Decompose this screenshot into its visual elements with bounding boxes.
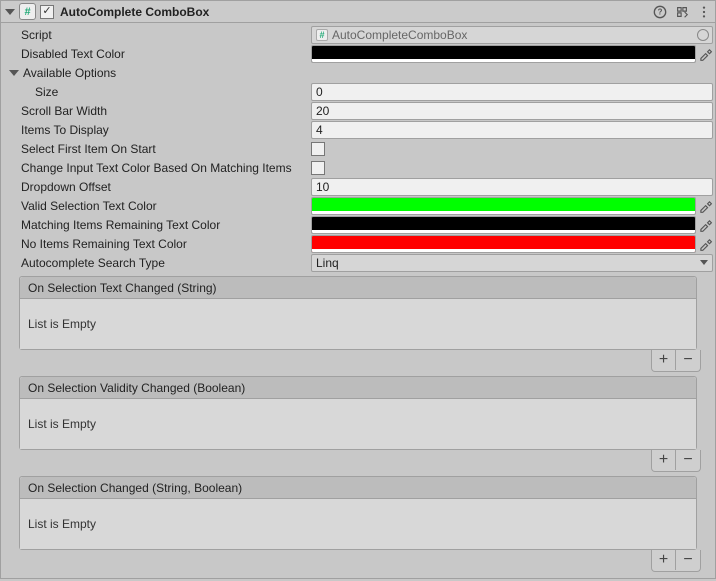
component-body: Script # AutoCompleteComboBox Disabled T… bbox=[1, 23, 715, 578]
menu-icon[interactable] bbox=[697, 5, 711, 19]
help-icon[interactable]: ? bbox=[653, 5, 667, 19]
matching-remaining-color-label: Matching Items Remaining Text Color bbox=[21, 218, 311, 232]
size-label: Size bbox=[35, 85, 311, 99]
presets-icon[interactable] bbox=[675, 5, 689, 19]
row-no-items-color: No Items Remaining Text Color bbox=[3, 234, 713, 253]
event-on-selection-text-changed: On Selection Text Changed (String) List … bbox=[19, 276, 697, 350]
row-valid-selection-color: Valid Selection Text Color bbox=[3, 196, 713, 215]
event-add-remove-group: + − bbox=[651, 450, 701, 472]
valid-selection-color-field[interactable] bbox=[311, 197, 696, 215]
select-first-item-label: Select First Item On Start bbox=[21, 142, 311, 156]
foldout-icon bbox=[9, 70, 19, 76]
event-add-remove-group: + − bbox=[651, 350, 701, 372]
event-title: On Selection Validity Changed (Boolean) bbox=[28, 381, 245, 395]
disabled-text-color-label: Disabled Text Color bbox=[21, 47, 311, 61]
row-change-input-text-color: Change Input Text Color Based On Matchin… bbox=[3, 158, 713, 177]
event-header: On Selection Changed (String, Boolean) bbox=[20, 477, 696, 499]
component-autocomplete-combobox: # AutoComplete ComboBox ? Script # AutoC… bbox=[0, 0, 716, 579]
color-alpha-bar bbox=[312, 211, 695, 214]
row-matching-remaining-color: Matching Items Remaining Text Color bbox=[3, 215, 713, 234]
component-title: AutoComplete ComboBox bbox=[58, 5, 649, 19]
size-input[interactable]: 0 bbox=[311, 83, 713, 101]
add-listener-button[interactable]: + bbox=[652, 350, 676, 370]
event-on-selection-changed: On Selection Changed (String, Boolean) L… bbox=[19, 476, 697, 550]
color-alpha-bar bbox=[312, 59, 695, 62]
eyedropper-icon[interactable] bbox=[698, 46, 713, 62]
eyedropper-icon[interactable] bbox=[698, 236, 713, 252]
event-footer: + − bbox=[3, 450, 713, 472]
row-items-to-display: Items To Display 4 bbox=[3, 120, 713, 139]
autocomplete-search-type-label: Autocomplete Search Type bbox=[21, 256, 311, 270]
event-header: On Selection Text Changed (String) bbox=[20, 277, 696, 299]
event-empty-text: List is Empty bbox=[28, 517, 96, 531]
scroll-bar-width-label: Scroll Bar Width bbox=[21, 104, 311, 118]
event-title: On Selection Changed (String, Boolean) bbox=[28, 481, 242, 495]
event-title: On Selection Text Changed (String) bbox=[28, 281, 217, 295]
event-body: List is Empty bbox=[20, 499, 696, 549]
eyedropper-icon[interactable] bbox=[698, 198, 713, 214]
event-footer: + − bbox=[3, 550, 713, 572]
script-type-icon: # bbox=[19, 3, 36, 20]
row-dropdown-offset: Dropdown Offset 10 bbox=[3, 177, 713, 196]
dropdown-offset-label: Dropdown Offset bbox=[21, 180, 311, 194]
add-listener-button[interactable]: + bbox=[652, 550, 676, 570]
component-enabled-checkbox[interactable] bbox=[40, 5, 54, 19]
row-autocomplete-search-type: Autocomplete Search Type Linq bbox=[3, 253, 713, 272]
event-empty-text: List is Empty bbox=[28, 317, 96, 331]
add-listener-button[interactable]: + bbox=[652, 450, 676, 470]
change-input-text-color-label: Change Input Text Color Based On Matchin… bbox=[21, 161, 311, 175]
remove-listener-button[interactable]: − bbox=[676, 550, 700, 570]
event-empty-text: List is Empty bbox=[28, 417, 96, 431]
color-alpha-bar bbox=[312, 230, 695, 233]
row-available-options[interactable]: Available Options bbox=[3, 63, 713, 82]
event-header: On Selection Validity Changed (Boolean) bbox=[20, 377, 696, 399]
foldout-toggle-icon[interactable] bbox=[5, 9, 15, 15]
remove-listener-button[interactable]: − bbox=[676, 350, 700, 370]
row-scroll-bar-width: Scroll Bar Width 20 bbox=[3, 101, 713, 120]
select-first-item-checkbox[interactable] bbox=[311, 142, 325, 156]
row-size: Size 0 bbox=[3, 82, 713, 101]
event-footer: + − bbox=[3, 350, 713, 372]
select-value: Linq bbox=[316, 256, 339, 270]
items-to-display-label: Items To Display bbox=[21, 123, 311, 137]
items-to-display-input[interactable]: 4 bbox=[311, 121, 713, 139]
svg-text:?: ? bbox=[658, 7, 663, 16]
autocomplete-search-type-select[interactable]: Linq bbox=[311, 254, 713, 272]
scroll-bar-width-input[interactable]: 20 bbox=[311, 102, 713, 120]
row-select-first-item: Select First Item On Start bbox=[3, 139, 713, 158]
available-options-label: Available Options bbox=[23, 66, 116, 80]
row-disabled-text-color: Disabled Text Color bbox=[3, 44, 713, 63]
matching-remaining-color-field[interactable] bbox=[311, 216, 696, 234]
valid-selection-color-label: Valid Selection Text Color bbox=[21, 199, 311, 213]
no-items-color-field[interactable] bbox=[311, 235, 696, 253]
event-body: List is Empty bbox=[20, 299, 696, 349]
event-add-remove-group: + − bbox=[651, 550, 701, 572]
event-on-selection-validity-changed: On Selection Validity Changed (Boolean) … bbox=[19, 376, 697, 450]
color-alpha-bar bbox=[312, 249, 695, 252]
remove-listener-button[interactable]: − bbox=[676, 450, 700, 470]
script-object-field[interactable]: # AutoCompleteComboBox bbox=[311, 26, 713, 44]
row-script: Script # AutoCompleteComboBox bbox=[3, 25, 713, 44]
chevron-down-icon bbox=[700, 260, 708, 265]
script-field-value: AutoCompleteComboBox bbox=[332, 28, 467, 42]
no-items-color-label: No Items Remaining Text Color bbox=[21, 237, 311, 251]
event-body: List is Empty bbox=[20, 399, 696, 449]
script-label: Script bbox=[21, 28, 311, 42]
object-picker-icon[interactable] bbox=[697, 29, 709, 41]
change-input-text-color-checkbox[interactable] bbox=[311, 161, 325, 175]
disabled-text-color-field[interactable] bbox=[311, 45, 696, 63]
eyedropper-icon[interactable] bbox=[698, 217, 713, 233]
component-header[interactable]: # AutoComplete ComboBox ? bbox=[1, 1, 715, 23]
dropdown-offset-input[interactable]: 10 bbox=[311, 178, 713, 196]
script-field-icon: # bbox=[316, 29, 328, 41]
